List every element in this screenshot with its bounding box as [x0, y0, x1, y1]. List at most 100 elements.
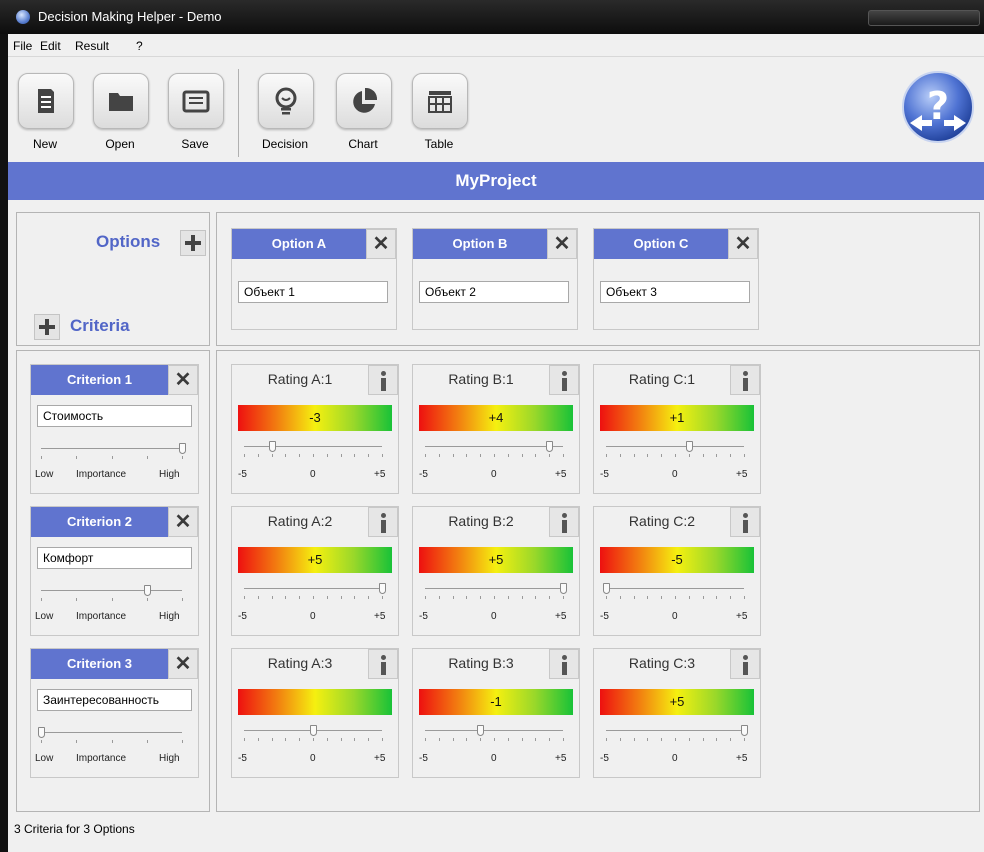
- slider-thumb[interactable]: [179, 443, 186, 454]
- rating-slider-thumb[interactable]: [603, 583, 610, 594]
- open-label: Open: [105, 137, 135, 151]
- option-name-field[interactable]: Объект 2: [419, 281, 569, 303]
- slider-tick: [633, 738, 635, 741]
- menu-edit[interactable]: Edit: [40, 39, 61, 53]
- rating-slider-track[interactable]: [244, 588, 382, 589]
- slider-tick: [299, 738, 301, 741]
- slider-tick: [563, 454, 564, 457]
- new-document-icon: [38, 89, 54, 113]
- project-title: MyProject: [8, 162, 984, 200]
- slider-tick: [480, 454, 482, 457]
- rating-card: Rating C:2 -5 -5 0 +5: [593, 506, 761, 636]
- importance-slider[interactable]: Low Importance High: [31, 649, 198, 777]
- rating-card: Rating B:2 +5 -5 0 +5: [412, 506, 580, 636]
- new-button[interactable]: [18, 73, 74, 129]
- option-name-field[interactable]: Объект 1: [238, 281, 388, 303]
- info-icon[interactable]: [730, 365, 760, 395]
- rating-slider-track[interactable]: [606, 730, 744, 731]
- slider-track[interactable]: [41, 590, 182, 591]
- option-name-field[interactable]: Объект 3: [600, 281, 750, 303]
- rating-slider-thumb[interactable]: [310, 725, 317, 736]
- option-card-c: Option C ✕ Объект 3: [593, 228, 759, 330]
- slider-tick: [647, 454, 649, 457]
- menu-file[interactable]: File: [13, 39, 32, 53]
- importance-mid-label: Importance: [76, 611, 127, 622]
- menu-help[interactable]: ?: [136, 39, 143, 53]
- rating-slider-track[interactable]: [244, 446, 382, 447]
- info-icon[interactable]: [730, 649, 760, 679]
- rating-slider-thumb[interactable]: [379, 583, 386, 594]
- scale-min-label: -5: [238, 469, 247, 480]
- slider-tick: [466, 454, 468, 457]
- slider-tick: [633, 454, 635, 457]
- slider-tick: [549, 454, 551, 457]
- rating-slider-track[interactable]: [425, 730, 563, 731]
- rating-card: Rating A:3 -5 0 +5: [231, 648, 399, 778]
- save-button[interactable]: [168, 73, 224, 129]
- rating-card: Rating C:1 +1 -5 0 +5: [593, 364, 761, 494]
- criterion-card-3: Criterion 3 ✕ Заинтересованность Low Impo…: [30, 648, 199, 778]
- slider-tick: [326, 738, 328, 741]
- decision-button[interactable]: [258, 73, 314, 129]
- slider-tick: [368, 454, 370, 457]
- info-icon[interactable]: [368, 365, 398, 395]
- slider-tick: [257, 596, 259, 599]
- slider-tick: [744, 738, 745, 741]
- criterion-card-1: Criterion 1 ✕ Стоимость Low Importance Hig…: [30, 364, 199, 494]
- help-icon[interactable]: ?: [900, 69, 976, 145]
- info-icon[interactable]: [549, 365, 579, 395]
- remove-option-button[interactable]: ✕: [366, 229, 396, 259]
- slider-tick: [535, 596, 537, 599]
- slider-tick: [647, 596, 649, 599]
- slider-tick: [425, 738, 426, 741]
- window-title: Decision Making Helper - Demo: [38, 9, 222, 24]
- scale-max-label: +5: [736, 469, 748, 480]
- open-button[interactable]: [93, 73, 149, 129]
- rating-slider-thumb[interactable]: [560, 583, 567, 594]
- rating-slider-track[interactable]: [425, 588, 563, 589]
- slider-tick: [354, 454, 356, 457]
- remove-option-button[interactable]: ✕: [547, 229, 577, 259]
- chart-button[interactable]: [336, 73, 392, 129]
- add-option-button[interactable]: [180, 230, 206, 256]
- rating-slider-thumb[interactable]: [477, 725, 485, 736]
- slider-tick: [716, 738, 718, 741]
- remove-option-button[interactable]: ✕: [728, 229, 758, 259]
- info-icon[interactable]: [368, 649, 398, 679]
- rating-slider-thumb[interactable]: [685, 441, 693, 452]
- slider-thumb[interactable]: [38, 727, 45, 738]
- rating-slider-thumb[interactable]: [268, 441, 276, 452]
- rating-slider-track[interactable]: [606, 588, 744, 589]
- window-controls[interactable]: [868, 10, 980, 26]
- add-criterion-button[interactable]: [34, 314, 60, 340]
- rating-slider-thumb[interactable]: [546, 441, 554, 452]
- table-button[interactable]: [412, 73, 468, 129]
- slider-tick: [466, 738, 468, 741]
- rating-slider-thumb[interactable]: [741, 725, 748, 736]
- slider-tick: [730, 596, 732, 599]
- slider-tick: [606, 738, 607, 741]
- info-icon[interactable]: [549, 507, 579, 537]
- save-label: Save: [181, 137, 209, 151]
- rating-slider-track[interactable]: [606, 446, 744, 447]
- slider-tick: [313, 596, 314, 599]
- info-icon[interactable]: [368, 507, 398, 537]
- rating-slider-track[interactable]: [425, 446, 563, 447]
- slider-tick: [182, 456, 183, 459]
- importance-slider[interactable]: Low Importance High: [31, 507, 198, 635]
- slider-tick: [507, 596, 509, 599]
- info-icon[interactable]: [730, 507, 760, 537]
- slider-tick: [299, 454, 301, 457]
- menu-result[interactable]: Result: [75, 39, 109, 53]
- slider-tick: [549, 738, 551, 741]
- importance-slider[interactable]: Low Importance High: [31, 365, 198, 493]
- menu-bar: File Edit Result ?: [8, 34, 984, 57]
- slider-track[interactable]: [41, 448, 182, 449]
- slider-thumb[interactable]: [143, 585, 151, 596]
- slider-track[interactable]: [41, 732, 182, 733]
- info-icon[interactable]: [549, 649, 579, 679]
- folder-icon: [109, 93, 133, 111]
- slider-tick: [313, 454, 314, 457]
- slider-tick: [688, 738, 690, 741]
- slider-tick: [111, 598, 113, 601]
